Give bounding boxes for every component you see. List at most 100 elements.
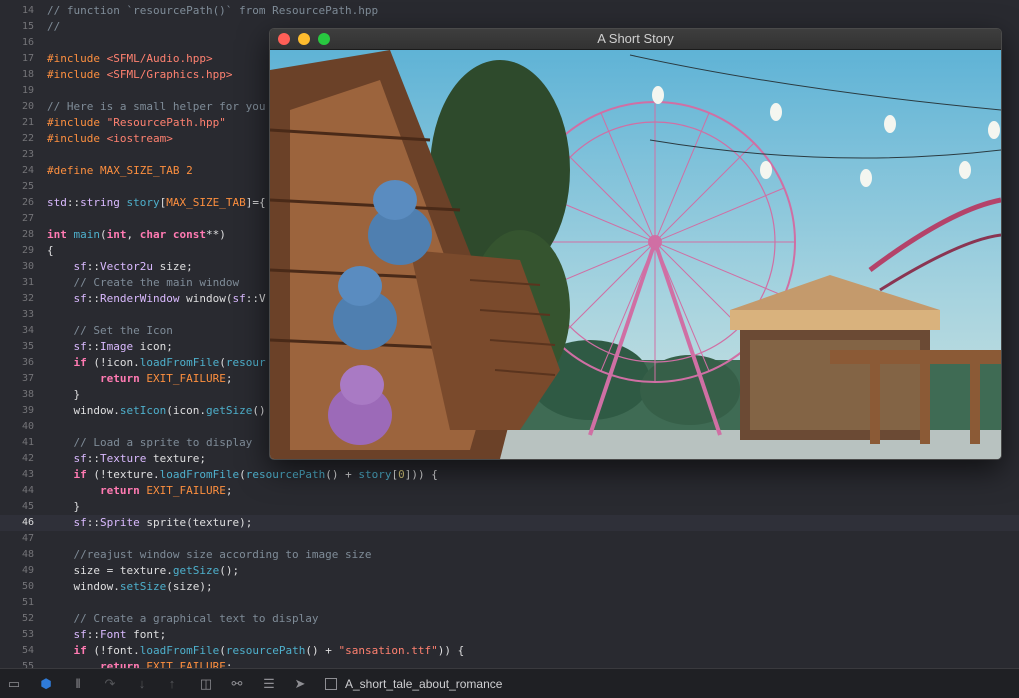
line-number[interactable]: 28	[0, 227, 34, 243]
line-number[interactable]: 51	[0, 595, 34, 611]
line-number[interactable]: 46	[0, 515, 34, 531]
line-code[interactable]: int main(int, char const**)	[47, 227, 226, 243]
line-number[interactable]: 55	[0, 659, 34, 668]
line-code[interactable]: {	[47, 243, 54, 259]
code-line[interactable]: 54 if (!font.loadFromFile(resourcePath()…	[0, 643, 1019, 659]
minimize-button[interactable]	[298, 33, 310, 45]
code-line[interactable]: 55 return EXIT_FAILURE;	[0, 659, 1019, 668]
line-code[interactable]: }	[47, 387, 80, 403]
line-code[interactable]: #include <SFML/Graphics.hpp>	[47, 67, 232, 83]
line-code[interactable]: // Set the Icon	[47, 323, 173, 339]
view-debugger-icon[interactable]: ◫	[198, 676, 214, 692]
pause-icon[interactable]: ‖	[70, 676, 86, 692]
line-number[interactable]: 21	[0, 115, 34, 131]
memory-graph-icon[interactable]: ⚯	[229, 676, 245, 692]
line-number[interactable]: 44	[0, 483, 34, 499]
code-line[interactable]: 45 }	[0, 499, 1019, 515]
code-line[interactable]: 48 //reajust window size according to im…	[0, 547, 1019, 563]
step-out-icon[interactable]: ↑	[164, 676, 180, 692]
line-code[interactable]: return EXIT_FAILURE;	[47, 371, 232, 387]
line-number[interactable]: 40	[0, 419, 34, 435]
environment-icon[interactable]: ☰	[261, 676, 277, 692]
line-code[interactable]: }	[47, 499, 80, 515]
line-number[interactable]: 42	[0, 451, 34, 467]
line-number[interactable]: 30	[0, 259, 34, 275]
code-line[interactable]: 50 window.setSize(size);	[0, 579, 1019, 595]
line-code[interactable]: sf::Vector2u size;	[47, 259, 193, 275]
line-number[interactable]: 16	[0, 35, 34, 51]
step-into-icon[interactable]: ↓	[134, 676, 150, 692]
zoom-button[interactable]	[318, 33, 330, 45]
line-code[interactable]: // Load a sprite to display	[47, 435, 253, 451]
line-number[interactable]: 36	[0, 355, 34, 371]
line-number[interactable]: 29	[0, 243, 34, 259]
line-code[interactable]: // function `resourcePath()` from Resour…	[47, 3, 378, 19]
line-code[interactable]: std::string story[MAX_SIZE_TAB]={	[47, 195, 266, 211]
location-icon[interactable]: ➤	[292, 676, 308, 692]
line-code[interactable]: sf::Texture texture;	[47, 451, 206, 467]
hide-panel-icon[interactable]: ▭	[6, 676, 22, 692]
line-number[interactable]: 32	[0, 291, 34, 307]
line-code[interactable]: //	[47, 19, 60, 35]
line-number[interactable]: 34	[0, 323, 34, 339]
line-number[interactable]: 54	[0, 643, 34, 659]
line-number[interactable]: 47	[0, 531, 34, 547]
debug-target-label[interactable]: A_short_tale_about_romance	[345, 676, 502, 692]
app-window[interactable]: A Short Story	[269, 28, 1002, 460]
line-code[interactable]: return EXIT_FAILURE;	[47, 659, 232, 668]
line-code[interactable]: sf::Image icon;	[47, 339, 173, 355]
line-number[interactable]: 17	[0, 51, 34, 67]
line-number[interactable]: 41	[0, 435, 34, 451]
line-number[interactable]: 27	[0, 211, 34, 227]
code-line[interactable]: 43 if (!texture.loadFromFile(resourcePat…	[0, 467, 1019, 483]
line-number[interactable]: 26	[0, 195, 34, 211]
line-number[interactable]: 38	[0, 387, 34, 403]
window-titlebar[interactable]: A Short Story	[270, 29, 1001, 50]
line-code[interactable]: window.setIcon(icon.getSize()	[47, 403, 265, 419]
line-number[interactable]: 37	[0, 371, 34, 387]
line-number[interactable]: 25	[0, 179, 34, 195]
code-line[interactable]: 51	[0, 595, 1019, 611]
code-line[interactable]: 46 sf::Sprite sprite(texture);	[0, 515, 1019, 531]
line-number[interactable]: 52	[0, 611, 34, 627]
line-code[interactable]: #include <SFML/Audio.hpp>	[47, 51, 213, 67]
line-code[interactable]: if (!texture.loadFromFile(resourcePath()…	[47, 467, 438, 483]
line-code[interactable]: // Create a graphical text to display	[47, 611, 319, 627]
breakpoints-icon[interactable]: ⬢	[38, 676, 54, 692]
line-number[interactable]: 33	[0, 307, 34, 323]
line-number[interactable]: 39	[0, 403, 34, 419]
line-number[interactable]: 24	[0, 163, 34, 179]
line-number[interactable]: 43	[0, 467, 34, 483]
code-line[interactable]: 44 return EXIT_FAILURE;	[0, 483, 1019, 499]
target-checkbox-icon[interactable]	[325, 678, 337, 690]
line-number[interactable]: 45	[0, 499, 34, 515]
line-number[interactable]: 23	[0, 147, 34, 163]
line-number[interactable]: 14	[0, 3, 34, 19]
line-number[interactable]: 49	[0, 563, 34, 579]
line-code[interactable]: sf::Font font;	[47, 627, 167, 643]
line-number[interactable]: 19	[0, 83, 34, 99]
line-code[interactable]: return EXIT_FAILURE;	[47, 483, 232, 499]
line-code[interactable]: #include "ResourcePath.hpp"	[47, 115, 226, 131]
line-number[interactable]: 20	[0, 99, 34, 115]
line-number[interactable]: 48	[0, 547, 34, 563]
code-line[interactable]: 52 // Create a graphical text to display	[0, 611, 1019, 627]
line-code[interactable]: // Create the main window	[47, 275, 240, 291]
code-line[interactable]: 49 size = texture.getSize();	[0, 563, 1019, 579]
code-line[interactable]: 14 // function `resourcePath()` from Reso…	[0, 3, 1019, 19]
line-number[interactable]: 53	[0, 627, 34, 643]
step-over-icon[interactable]: ↷	[102, 676, 118, 692]
line-number[interactable]: 22	[0, 131, 34, 147]
code-line[interactable]: 53 sf::Font font;	[0, 627, 1019, 643]
close-button[interactable]	[278, 33, 290, 45]
line-code[interactable]: // Here is a small helper for you	[47, 99, 266, 115]
line-number[interactable]: 50	[0, 579, 34, 595]
line-code[interactable]: #include <iostream>	[47, 131, 173, 147]
line-code[interactable]: //reajust window size according to image…	[47, 547, 372, 563]
line-code[interactable]: size = texture.getSize();	[47, 563, 239, 579]
line-code[interactable]: sf::Sprite sprite(texture);	[47, 515, 253, 531]
line-code[interactable]: #define MAX_SIZE_TAB 2	[47, 163, 193, 179]
line-code[interactable]: if (!font.loadFromFile(resourcePath() + …	[47, 643, 465, 659]
line-code[interactable]: sf::RenderWindow window(sf::V	[47, 291, 266, 307]
line-number[interactable]: 18	[0, 67, 34, 83]
